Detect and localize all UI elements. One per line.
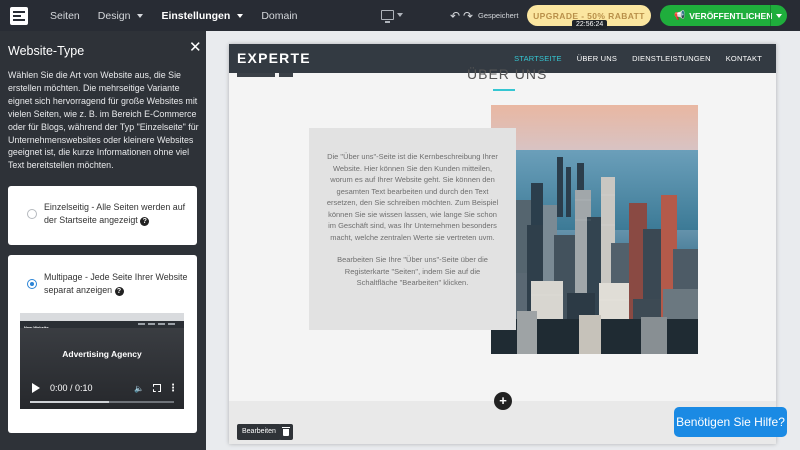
nav-domain[interactable]: Domain [261, 10, 297, 22]
section-delete-ghost [279, 73, 293, 77]
desktop-monitor-icon [381, 10, 394, 23]
preview-menu [138, 323, 178, 325]
site-nav-contact[interactable]: KONTAKT [726, 54, 762, 63]
option-single-page-label: Einzelseitig - Alle Seiten werden auf de… [44, 201, 192, 227]
top-toolbar: Seiten Design Einstellungen Domain ↶ ↷ G… [0, 0, 800, 31]
nav-domain-label: Domain [261, 9, 298, 22]
about-paragraph-2: Bearbeiten Sie Ihre "Über uns"-Seite übe… [337, 255, 488, 287]
add-section-button[interactable]: + [494, 392, 512, 410]
chevron-down-icon [776, 13, 782, 18]
app-logo-icon[interactable] [10, 6, 28, 25]
delete-section-button[interactable] [279, 424, 293, 440]
redo-icon[interactable]: ↷ [463, 9, 473, 23]
site-logo[interactable]: EXPERTE [237, 50, 311, 66]
device-preview-toggle[interactable] [381, 8, 403, 23]
nav-pages-label: Seiten [50, 9, 80, 22]
publish-label: VERÖFFENTLICHEN [689, 10, 773, 21]
more-options-icon[interactable]: ⋮ [168, 382, 178, 395]
nav-design[interactable]: Design [98, 10, 144, 22]
panel-description: Wählen Sie die Art von Website aus, die … [8, 70, 199, 171]
option-multipage-label: Multipage - Jede Seite Ihrer Website sep… [44, 271, 192, 297]
chevron-down-icon [137, 13, 144, 18]
nav-settings[interactable]: Einstellungen [161, 9, 244, 22]
website-preview: EXPERTE STARTSEITE ÜBER UNS DIENSTLEISTU… [229, 44, 776, 444]
question-icon[interactable]: ? [140, 217, 150, 226]
site-nav: STARTSEITE ÜBER UNS DIENSTLEISTUNGEN KON… [514, 54, 762, 63]
site-nav-services[interactable]: DIENSTLEISTUNGEN [632, 54, 711, 63]
chevron-down-icon [237, 13, 244, 18]
panel-title: Website-Type [8, 44, 85, 58]
site-nav-home[interactable]: STARTSEITE [514, 54, 562, 63]
nav-design-label: Design [97, 9, 131, 22]
fullscreen-icon[interactable] [153, 384, 161, 392]
undo-icon[interactable]: ↶ [450, 9, 460, 23]
offer-countdown: 22:56:24 [572, 20, 608, 29]
chevron-down-icon [397, 13, 403, 17]
publish-button[interactable]: 📢 VERÖFFENTLICHEN [660, 5, 787, 26]
save-status: Gespeichert [478, 11, 519, 20]
edit-section-button[interactable]: Bearbeiten [237, 424, 281, 440]
radio-multipage[interactable] [27, 279, 37, 289]
title-underline [493, 89, 515, 91]
skyline-illustration [491, 105, 698, 354]
radio-single-page[interactable] [27, 209, 37, 219]
website-type-panel: Website-Type ✕ Wählen Sie die Art von We… [0, 31, 206, 450]
section-edit-ghost [237, 73, 275, 77]
city-skyline-image [491, 105, 698, 354]
video-time: 0:00 / 0:10 [50, 382, 93, 393]
volume-icon[interactable]: 🔈 [134, 382, 144, 395]
site-nav-about[interactable]: ÜBER UNS [577, 54, 617, 63]
option-multipage[interactable]: Multipage - Jede Seite Ihrer Website sep… [8, 255, 197, 433]
preview-browser-bar [20, 313, 184, 321]
video-progress-bar[interactable] [30, 401, 174, 403]
nav-pages[interactable]: Seiten [50, 10, 80, 22]
about-paragraph-1: Die "Über uns"-Seite ist die Kernbeschre… [326, 152, 499, 242]
nav-settings-label: Einstellungen [161, 9, 231, 22]
question-icon[interactable]: ? [114, 287, 124, 296]
about-text-box[interactable]: Die "Über uns"-Seite ist die Kernbeschre… [309, 128, 516, 330]
option-single-page[interactable]: Einzelseitig - Alle Seiten werden auf de… [8, 186, 197, 245]
trash-icon [282, 426, 290, 436]
close-icon[interactable]: ✕ [189, 38, 202, 56]
help-chat-button[interactable]: Benötigen Sie Hilfe? [674, 407, 787, 437]
video-progress-fill [30, 401, 110, 403]
section-title: ÜBER UNS [467, 66, 548, 82]
megaphone-icon: 📢 [674, 10, 686, 20]
option-label-text: Einzelseitig - Alle Seiten werden auf de… [44, 202, 186, 225]
video-controls: 0:00 / 0:10 🔈 ⋮ [20, 373, 184, 403]
publish-options-dropdown[interactable] [770, 5, 787, 26]
multipage-preview-video[interactable]: New Website Advertising Agency 0:00 / 0:… [20, 313, 184, 409]
play-icon[interactable] [32, 383, 40, 393]
preview-hero-title: Advertising Agency [62, 349, 142, 359]
